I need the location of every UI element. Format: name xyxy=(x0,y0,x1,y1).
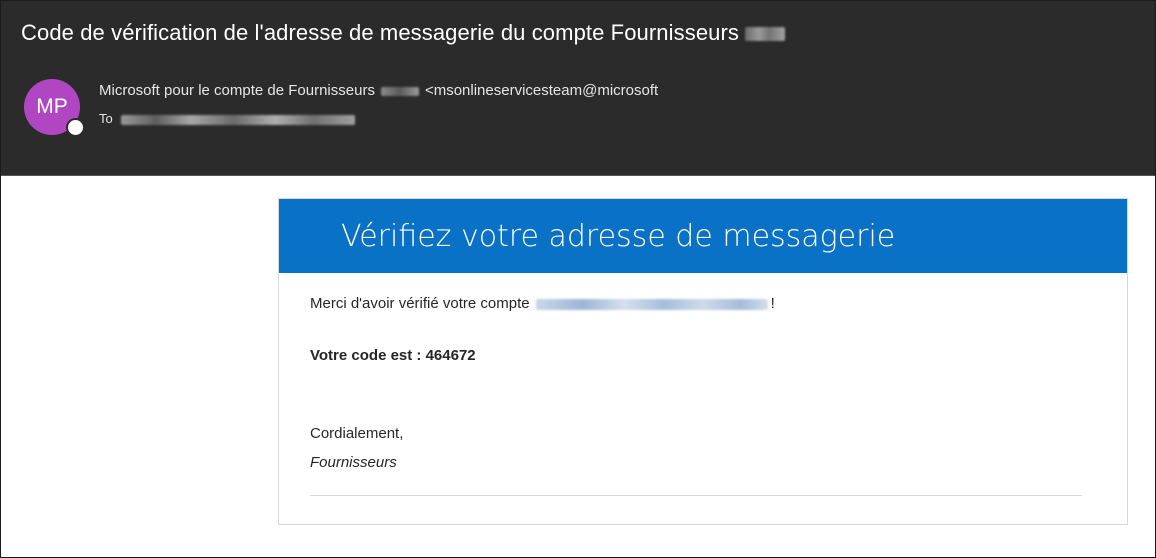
email-subject: Code de vérification de l'adresse de mes… xyxy=(21,20,786,46)
signature-text: Fournisseurs xyxy=(310,454,397,471)
recipient-line[interactable]: To xyxy=(99,111,355,126)
closing-text: Cordialement, xyxy=(310,425,404,442)
sender-address: <msonlineservicesteam@microsoft xyxy=(424,82,659,99)
redacted-subject-name xyxy=(745,27,786,42)
sender-line[interactable]: Microsoft pour le compte de Fournisseurs… xyxy=(99,82,658,99)
subject-text: Code de vérification de l'adresse de mes… xyxy=(21,20,740,45)
email-reading-pane: Code de vérification de l'adresse de mes… xyxy=(0,0,1156,558)
thanks-line: Merci d'avoir vérifié votre compte! xyxy=(310,295,775,312)
sender-name: Microsoft pour le compte de Fournisseurs xyxy=(99,82,375,99)
banner-title: Vérifiez votre adresse de messagerie xyxy=(341,218,896,254)
redacted-recipient xyxy=(120,114,355,125)
to-label: To xyxy=(99,111,113,126)
presence-status-icon xyxy=(66,118,85,137)
avatar-initials: MP xyxy=(36,95,68,118)
email-header: Code de vérification de l'adresse de mes… xyxy=(1,1,1155,176)
thanks-suffix: ! xyxy=(770,295,775,312)
thanks-text: Merci d'avoir vérifié votre compte xyxy=(310,295,530,312)
redacted-account-email xyxy=(535,298,768,310)
message-banner: Vérifiez votre adresse de messagerie xyxy=(279,199,1127,273)
redacted-sender-name xyxy=(380,86,419,96)
email-message-card: Vérifiez votre adresse de messagerie Mer… xyxy=(278,198,1128,525)
verification-code: Votre code est : 464672 xyxy=(310,347,476,364)
footer-divider xyxy=(310,495,1082,496)
